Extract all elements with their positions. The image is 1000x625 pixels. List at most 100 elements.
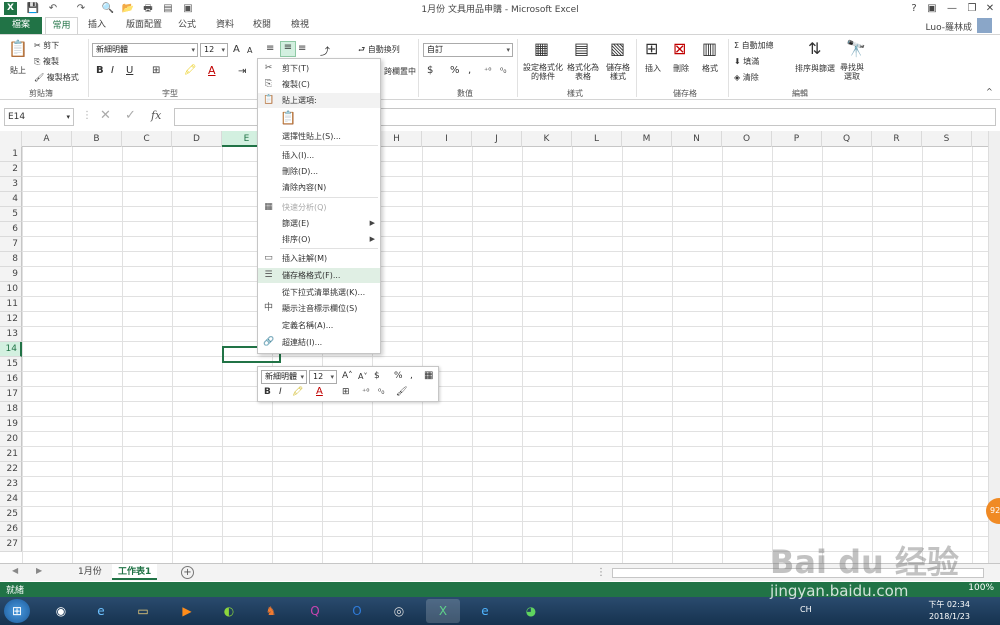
mini-grow-font-icon[interactable]: A˄ xyxy=(342,371,353,381)
grow-font-button[interactable]: A xyxy=(233,44,240,55)
orientation-icon[interactable]: ⤴ xyxy=(320,43,330,58)
context-menu-item[interactable]: 清除內容(N) xyxy=(258,180,380,195)
row-header[interactable]: 25 xyxy=(0,507,22,522)
row-header[interactable]: 13 xyxy=(0,327,22,342)
row-header[interactable]: 3 xyxy=(0,177,22,192)
sheet-tab-2[interactable]: 工作表1 xyxy=(112,564,158,580)
context-menu-item[interactable]: 🔗 超連結(I)... xyxy=(258,335,380,350)
fill-button[interactable]: ⬇ 填滿 xyxy=(734,56,759,67)
find-select-button[interactable]: 尋找與選取 xyxy=(840,63,864,81)
row-header[interactable]: 4 xyxy=(0,192,22,207)
tab-home[interactable]: 常用 xyxy=(45,17,78,34)
context-menu-item[interactable]: 選擇性貼上(S)... xyxy=(258,129,380,144)
mini-format-painter-icon[interactable]: 🖌 xyxy=(396,387,407,397)
row-header[interactable]: 1 xyxy=(0,147,22,162)
column-header[interactable]: K xyxy=(522,131,572,147)
clear-button[interactable]: ◈ 清除 xyxy=(734,72,759,83)
underline-button[interactable]: U xyxy=(126,65,133,76)
context-menu-item[interactable]: 刪除(D)... xyxy=(258,164,380,179)
font-color-icon[interactable]: A xyxy=(208,64,216,77)
context-menu-item[interactable]: 插入(I)... xyxy=(258,148,380,163)
cells-area[interactable] xyxy=(22,147,990,563)
align-bottom-icon[interactable]: ≡ xyxy=(298,43,306,54)
help-button[interactable]: ? xyxy=(904,0,924,17)
format-as-table-button[interactable]: 格式化為表格 xyxy=(565,63,601,81)
column-header[interactable]: N xyxy=(672,131,722,147)
mini-bold-button[interactable]: B xyxy=(264,387,271,397)
delete-cells-icon[interactable]: ⊠ xyxy=(673,39,686,58)
mini-comma-button[interactable]: , xyxy=(410,371,413,381)
context-menu-item[interactable]: 中顯示注音標示欄位(S) xyxy=(258,301,380,316)
fill-color-icon[interactable]: 🖍 xyxy=(184,65,197,76)
context-menu-item[interactable]: ✂ 剪下(T) xyxy=(258,61,380,76)
collapse-ribbon-icon[interactable]: ^ xyxy=(986,87,993,96)
camera-app-icon[interactable]: ◎ xyxy=(382,599,416,623)
tab-view[interactable]: 檢視 xyxy=(285,17,315,34)
column-header[interactable]: P xyxy=(772,131,822,147)
context-menu-item[interactable]: 定義名稱(A)... xyxy=(258,318,380,333)
delete-cells-button[interactable]: 刪除 xyxy=(673,63,689,74)
merge-center-button[interactable]: 跨欄置中 xyxy=(384,66,416,77)
row-header[interactable]: 16 xyxy=(0,372,22,387)
mini-percent-button[interactable]: % xyxy=(394,371,403,381)
column-header[interactable]: O xyxy=(722,131,772,147)
tab-page-layout[interactable]: 版面配置 xyxy=(120,17,168,34)
context-menu-item[interactable]: 從下拉式清單挑選(K)... xyxy=(258,285,380,300)
column-header[interactable]: S xyxy=(922,131,972,147)
q-app-icon[interactable]: Q xyxy=(298,599,332,623)
start-button-icon[interactable]: ⊞ xyxy=(4,599,30,623)
context-menu-item[interactable]: 排序(O) ▶ xyxy=(258,232,380,247)
column-header[interactable]: B xyxy=(72,131,122,147)
context-menu-item[interactable]: 📋 貼上選項: xyxy=(258,93,380,108)
tab-review[interactable]: 校閱 xyxy=(247,17,277,34)
prev-sheet-icon[interactable]: ◀ xyxy=(12,566,18,575)
mini-font-color-icon[interactable]: A xyxy=(316,386,323,397)
column-header[interactable]: R xyxy=(872,131,922,147)
insert-cells-icon[interactable]: ⊞ xyxy=(645,39,658,58)
row-header[interactable]: 21 xyxy=(0,447,22,462)
borders-icon[interactable]: ⊞ xyxy=(152,65,160,76)
row-header[interactable]: 27 xyxy=(0,537,22,552)
fox-app-icon[interactable]: ♞ xyxy=(254,599,288,623)
bold-button[interactable]: B xyxy=(96,65,104,76)
sheet-tab-1[interactable]: 1月份 xyxy=(72,564,108,580)
row-header[interactable]: 22 xyxy=(0,462,22,477)
row-header[interactable]: 15 xyxy=(0,357,22,372)
row-header[interactable]: 6 xyxy=(0,222,22,237)
paste-option-icon[interactable]: 📋 xyxy=(280,111,296,126)
mini-currency-button[interactable]: $ xyxy=(374,371,380,381)
mini-format-icon[interactable]: ▦ xyxy=(424,370,433,381)
ie-icon[interactable]: e xyxy=(84,599,118,623)
percent-button[interactable]: % xyxy=(450,65,460,76)
row-header[interactable]: 20 xyxy=(0,432,22,447)
column-header[interactable]: C xyxy=(122,131,172,147)
column-header[interactable]: J xyxy=(472,131,522,147)
number-format-combo[interactable]: 自訂 ▾ xyxy=(423,43,513,57)
sort-filter-button[interactable]: 排序與篩選 xyxy=(795,63,835,74)
row-header[interactable]: 17 xyxy=(0,387,22,402)
mini-fill-color-icon[interactable]: 🖍 xyxy=(292,387,303,397)
close-button[interactable]: ✕ xyxy=(980,0,1000,17)
row-header[interactable]: 11 xyxy=(0,297,22,312)
cell-styles-icon[interactable]: ▧ xyxy=(610,39,625,58)
row-header[interactable]: 12 xyxy=(0,312,22,327)
colorful-app-icon[interactable]: ◉ xyxy=(44,599,78,623)
font-size-combo[interactable]: 12 ▾ xyxy=(200,43,228,57)
conditional-format-button[interactable]: 設定格式化的條件 xyxy=(522,63,564,81)
excel-taskbar-icon[interactable]: X xyxy=(426,599,460,623)
align-top-icon[interactable]: ≡ xyxy=(266,43,274,54)
tab-formulas[interactable]: 公式 xyxy=(172,17,202,34)
wrap-text-button[interactable]: ⮐ 自動換列 xyxy=(358,44,400,58)
mini-size-combo[interactable]: 12 ▾ xyxy=(309,370,337,384)
zoom-level[interactable]: 100% xyxy=(968,583,994,593)
column-header[interactable]: D xyxy=(172,131,222,147)
row-header[interactable]: 10 xyxy=(0,282,22,297)
mini-font-combo[interactable]: 新細明體 ▾ xyxy=(261,370,307,384)
row-header[interactable]: 26 xyxy=(0,522,22,537)
minimize-button[interactable]: — xyxy=(942,0,962,17)
row-header[interactable]: 9 xyxy=(0,267,22,282)
insert-function-icon[interactable]: fx xyxy=(151,109,161,122)
row-header[interactable]: 18 xyxy=(0,402,22,417)
decrease-decimal-icon[interactable]: ⁰₀ xyxy=(500,66,506,75)
restore-button[interactable]: ❐ xyxy=(962,0,982,17)
